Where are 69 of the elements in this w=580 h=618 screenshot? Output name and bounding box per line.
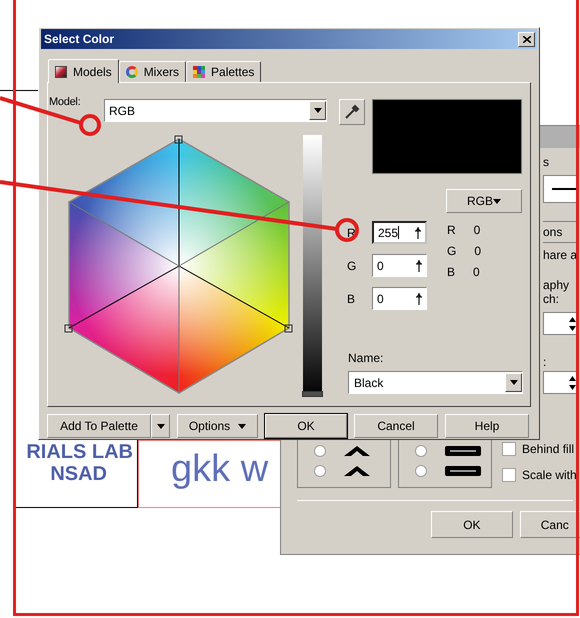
label-text: ch: (543, 292, 560, 306)
line-end-icon (445, 466, 481, 476)
lab-title: RIALS LAB (26, 441, 133, 463)
label-text: aphy (543, 278, 570, 292)
label-text: : (543, 355, 548, 369)
gradient-square-icon (55, 66, 67, 78)
readout-label: R (447, 223, 456, 237)
channel-label: G (347, 258, 358, 274)
radio-button[interactable] (314, 445, 326, 457)
color-model-dropdown[interactable]: RGB (446, 189, 522, 213)
ok-button[interactable]: OK (431, 511, 513, 538)
options-button[interactable]: Options (177, 414, 258, 438)
spinner-field[interactable] (543, 371, 579, 394)
caret-icon (156, 424, 164, 428)
slider-thumb[interactable] (302, 391, 323, 397)
name-label: Name: (348, 351, 384, 365)
checkbox[interactable] (502, 442, 516, 456)
spinner-icon (415, 226, 421, 238)
option-label: hare a (543, 248, 578, 262)
dialog-button[interactable]: Cancel (354, 414, 438, 438)
caret-icon (510, 380, 518, 385)
dialog-button[interactable]: Canc (520, 511, 580, 538)
radio-button[interactable] (415, 465, 427, 477)
model-dropdown[interactable]: RGB (104, 99, 327, 122)
readout-value: 0 (474, 244, 482, 258)
channel-field[interactable]: 0 (372, 254, 427, 277)
ok-button[interactable]: OK (265, 414, 347, 438)
add-to-palette-button[interactable]: Add To Palette (47, 414, 151, 438)
channel-field[interactable]: 0 (372, 287, 427, 310)
tab[interactable]: Models (48, 59, 119, 83)
brightness-slider[interactable] (303, 135, 322, 397)
close-button[interactable] (518, 32, 535, 46)
color-grid-icon (193, 66, 206, 78)
spinner-field[interactable] (543, 312, 579, 335)
lab-subtitle: NSAD (50, 463, 107, 485)
readout-label: G (447, 244, 456, 258)
window-title: Select Color (44, 31, 114, 48)
spinner-icon (416, 260, 422, 272)
line-end-icon (445, 446, 481, 456)
checkbox[interactable] (502, 468, 516, 482)
radio-button[interactable] (314, 465, 326, 477)
tab[interactable]: Mixers (118, 61, 186, 82)
label-text: s (543, 155, 550, 169)
arrowhead-icon (344, 466, 370, 476)
eyedropper-button[interactable] (339, 99, 365, 125)
caret-icon (493, 198, 501, 204)
spinner-icon (416, 292, 422, 304)
name-dropdown[interactable]: Black (348, 371, 523, 394)
line-style-field[interactable] (543, 175, 579, 203)
checkbox-label: Scale with (522, 467, 577, 484)
close-icon (522, 36, 530, 42)
readout-label: B (447, 265, 456, 279)
readout-value: 0 (473, 265, 480, 279)
model-label: Model: (49, 97, 82, 108)
tab-label[interactable]: ons (543, 223, 562, 241)
checkbox-label: Behind fill (522, 441, 574, 458)
channel-label: B (347, 290, 356, 308)
caret-icon (314, 108, 322, 113)
dialog-button[interactable]: Help (445, 414, 529, 438)
tab[interactable]: Palettes (186, 61, 262, 82)
color-ring-icon (126, 66, 138, 78)
dropdown-button[interactable] (151, 414, 170, 438)
eyedropper-icon (344, 104, 360, 120)
caret-icon (238, 424, 246, 428)
outline-text: gkk w (171, 448, 268, 490)
radio-button[interactable] (415, 445, 427, 457)
readout-value: 0 (474, 223, 480, 237)
arrowhead-icon (344, 446, 370, 456)
channel-field[interactable]: 255 (372, 221, 427, 244)
